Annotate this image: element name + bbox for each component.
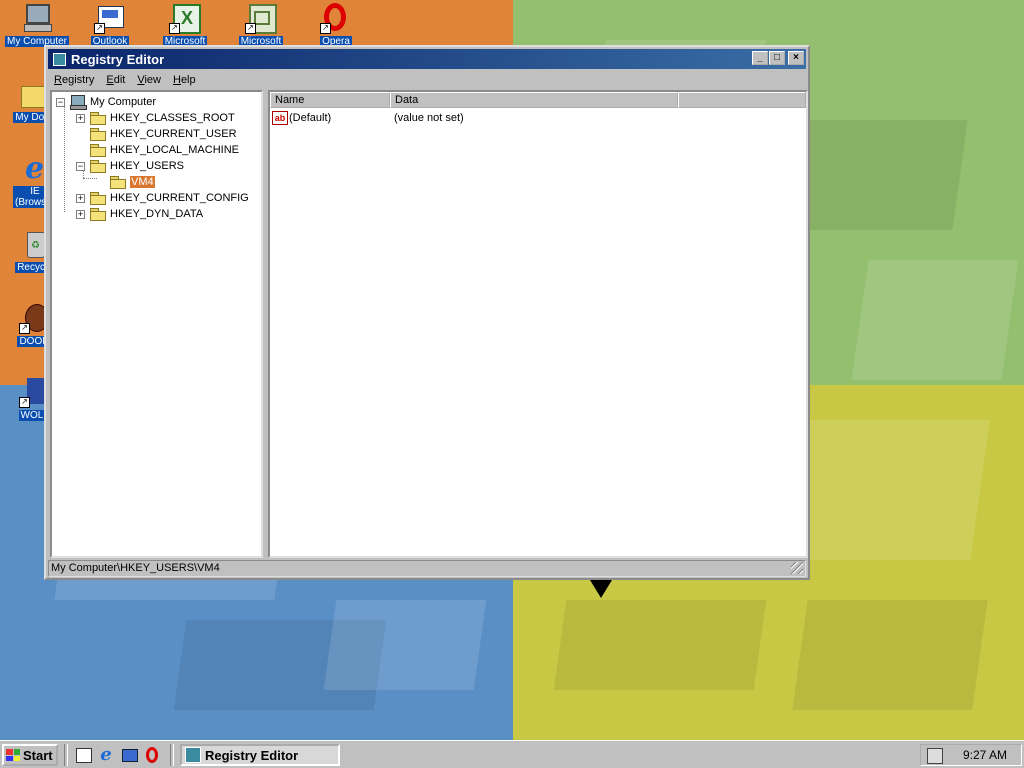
expand-icon[interactable]: + — [76, 209, 85, 219]
project-icon: ↗ — [245, 2, 277, 34]
excel-icon: X ↗ — [169, 2, 201, 34]
tray-app-icon[interactable] — [927, 748, 943, 764]
registry-tree[interactable]: − My Computer + HKEY_CLASSES_ROOT HKEY_C… — [50, 90, 263, 558]
tree-label: HKEY_CURRENT_CONFIG — [110, 192, 249, 204]
wallpaper-tile — [792, 600, 988, 710]
outlook-icon: ↗ — [94, 2, 126, 34]
list-item[interactable]: ab (Default) (value not set) — [272, 110, 464, 126]
desktop-icon-project[interactable]: ↗ Microsoft — [226, 2, 296, 47]
wallpaper-tile — [553, 600, 767, 690]
minimize-button[interactable]: _ — [752, 51, 768, 65]
opera-icon[interactable] — [143, 746, 161, 764]
tree-label: HKEY_CLASSES_ROOT — [110, 112, 235, 124]
value-list[interactable]: Name Data ab (Default) (value not set) — [268, 90, 808, 558]
close-button[interactable]: × — [788, 51, 804, 65]
start-button[interactable]: Start — [2, 744, 58, 766]
pane-splitter[interactable] — [263, 90, 267, 558]
tree-item-vm4[interactable]: VM4 — [110, 174, 155, 190]
folder-icon — [90, 144, 106, 157]
value-data: (value not set) — [394, 112, 464, 124]
tree-label: HKEY_LOCAL_MACHINE — [110, 144, 239, 156]
maximize-button[interactable]: □ — [769, 51, 785, 65]
tree-guide — [64, 106, 65, 212]
menu-registry[interactable]: Registry — [48, 74, 100, 86]
wallpaper-tile — [323, 600, 487, 690]
tree-label: My Computer — [90, 96, 157, 108]
tree-item-my-computer[interactable]: − My Computer — [56, 94, 156, 110]
taskbar-separator — [64, 744, 68, 766]
regedit-app-icon — [185, 747, 201, 763]
start-label: Start — [23, 747, 53, 763]
show-desktop-icon[interactable] — [74, 746, 92, 764]
folder-icon — [90, 112, 106, 125]
tree-item-hkey-current-user[interactable]: HKEY_CURRENT_USER — [90, 126, 237, 142]
expand-icon[interactable]: + — [76, 113, 85, 123]
registry-editor-window[interactable]: Registry Editor _ □ × Registry Edit View… — [44, 45, 810, 580]
taskbar-button-registry-editor[interactable]: Registry Editor — [180, 744, 340, 766]
regedit-app-icon — [51, 51, 67, 67]
desktop-icon-outlook[interactable]: ↗ Outlook — [75, 2, 145, 47]
value-name: (Default) — [289, 112, 332, 124]
taskbar-separator — [170, 744, 174, 766]
tree-label: HKEY_DYN_DATA — [110, 208, 204, 220]
status-bar: My Computer\HKEY_USERS\VM4 — [48, 560, 806, 577]
menu-bar: Registry Edit View Help — [48, 71, 806, 89]
taskbar-button-label: Registry Editor — [205, 747, 299, 763]
status-path: My Computer\HKEY_USERS\VM4 — [51, 562, 220, 574]
desktop-icon-excel[interactable]: X ↗ Microsoft — [150, 2, 220, 47]
tree-item-hkey-users[interactable]: − HKEY_USERS — [76, 158, 184, 174]
tree-item-hkey-dyn-data[interactable]: + HKEY_DYN_DATA — [76, 206, 203, 222]
opera-icon: ↗ — [320, 2, 352, 34]
tree-item-hkey-classes-root[interactable]: + HKEY_CLASSES_ROOT — [76, 110, 235, 126]
resize-grip-icon[interactable] — [791, 562, 803, 574]
cursor-shape — [590, 580, 612, 598]
outlook-icon[interactable] — [120, 746, 138, 764]
folder-icon — [90, 192, 106, 205]
list-header: Name Data — [270, 92, 806, 108]
open-folder-icon — [110, 176, 126, 189]
tree-label: HKEY_USERS — [110, 160, 184, 172]
wallpaper-tile — [851, 260, 1019, 380]
computer-icon — [70, 95, 87, 110]
menu-help[interactable]: Help — [167, 74, 202, 86]
taskbar: Start e Registry Editor 9:27 AM — [0, 740, 1024, 768]
internet-explorer-icon[interactable]: e — [97, 746, 115, 764]
tree-item-hkey-current-config[interactable]: + HKEY_CURRENT_CONFIG — [76, 190, 249, 206]
column-header-name[interactable]: Name — [270, 92, 390, 108]
column-header-spacer — [678, 92, 806, 108]
folder-icon — [90, 160, 106, 173]
title-bar[interactable]: Registry Editor _ □ × — [48, 49, 806, 69]
clock[interactable]: 9:27 AM — [963, 748, 1007, 762]
windows-logo-icon — [6, 749, 20, 761]
ab-string-icon: ab — [272, 111, 288, 125]
window-title: Registry Editor — [71, 51, 165, 67]
menu-view[interactable]: View — [131, 74, 167, 86]
system-tray: 9:27 AM — [920, 744, 1022, 766]
desktop-icon-opera[interactable]: ↗ Opera — [301, 2, 371, 47]
tree-label: HKEY_CURRENT_USER — [110, 128, 237, 140]
folder-icon — [90, 208, 106, 221]
column-header-data[interactable]: Data — [390, 92, 678, 108]
tree-label-selected: VM4 — [130, 176, 155, 188]
my-computer-icon — [21, 2, 53, 34]
menu-edit[interactable]: Edit — [100, 74, 131, 86]
folder-icon — [90, 128, 106, 141]
collapse-icon[interactable]: − — [56, 97, 65, 107]
tree-item-hkey-local-machine[interactable]: HKEY_LOCAL_MACHINE — [90, 142, 239, 158]
collapse-icon[interactable]: − — [76, 161, 85, 171]
desktop-icon-my-computer[interactable]: My Computer — [2, 2, 72, 47]
expand-icon[interactable]: + — [76, 193, 85, 203]
tree-guide — [83, 178, 97, 179]
